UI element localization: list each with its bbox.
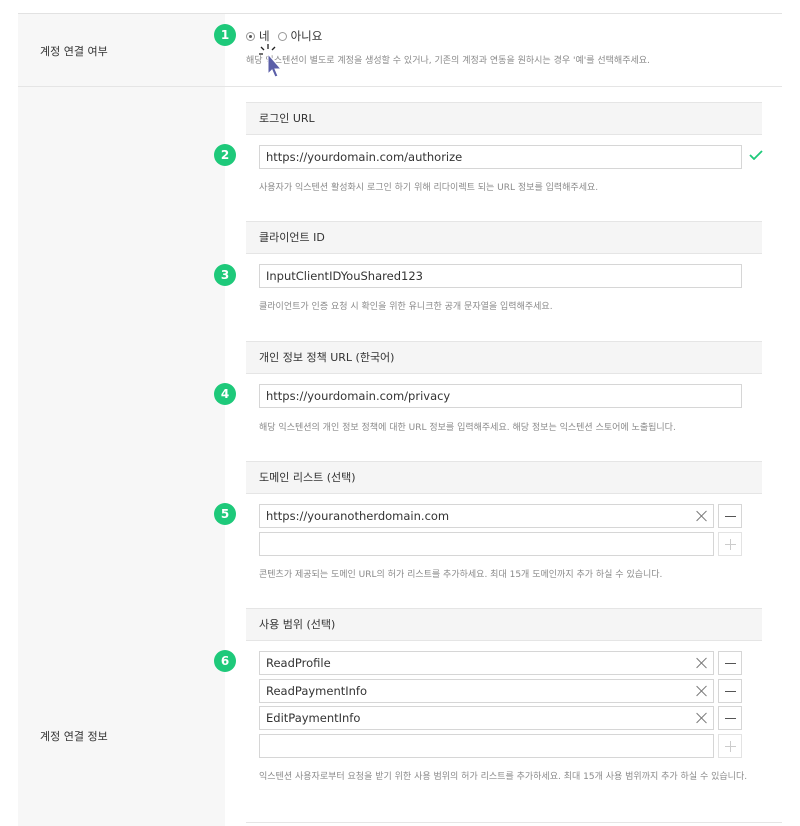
bottom-divider [246,822,782,823]
remove-scope-2-button[interactable] [718,679,742,703]
scope-input-2[interactable]: ReadPaymentInfo [259,679,714,703]
radio-no-label: 아니요 [290,29,323,43]
remove-scope-3-button[interactable] [718,706,742,730]
mouse-pointer-icon [259,44,283,78]
scope-header: 사용 범위 (선택) [246,608,762,641]
client-id-input[interactable]: InputClientIDYouShared123 [259,264,742,288]
account-info-label: 계정 연결 정보 [40,730,108,743]
login-url-help: 사용자가 익스텐션 활성화시 로그인 하기 위해 리다이렉트 되는 URL 정보… [259,183,599,193]
domain-list-help: 콘텐츠가 제공되는 도메인 URL의 허가 리스트를 추가하세요. 최대 15개… [259,570,663,580]
checkmark-icon [749,150,763,160]
scope-input-new[interactable] [259,734,714,758]
row-label-cell-info: 계정 연결 정보 [18,87,225,826]
radio-yes-indicator[interactable] [246,31,255,41]
privacy-url-input[interactable]: https://yourdomain.com/privacy [259,384,742,408]
domain-list-header: 도메인 리스트 (선택) [246,461,762,494]
scope-input-3[interactable]: EditPaymentInfo [259,706,714,730]
step-badge-2: 2 [214,144,236,166]
scope-help: 익스텐션 사용자로부터 요청을 받기 위한 사용 범위의 허가 리스트를 추가하… [259,772,748,782]
radio-yes[interactable]: 네 [246,28,270,44]
step-badge-1: 1 [214,24,236,46]
account-link-radio-group: 네 아니요 [246,28,330,44]
step-badge-4: 4 [214,383,236,405]
step-badge-6: 6 [214,650,236,672]
clear-scope-3-icon[interactable] [696,712,708,724]
privacy-url-help: 해당 익스텐션의 개인 정보 정책에 대한 URL 정보를 입력해주세요. 해당… [259,423,676,433]
client-id-help: 클라이언트가 인증 요청 시 확인을 위한 유니크한 공개 문자열을 입력해주세… [259,302,553,312]
row-label-cell-link: 계정 연결 여부 [18,14,225,86]
step-badge-3: 3 [214,264,236,286]
radio-yes-label: 네 [259,29,270,43]
account-link-label: 계정 연결 여부 [40,45,108,58]
step-badge-5: 5 [214,503,236,525]
radio-no-indicator[interactable] [277,31,287,41]
clear-domain-1-icon[interactable] [696,510,708,522]
clear-scope-2-icon[interactable] [696,685,708,697]
account-link-help: 해당 익스텐션이 별도로 계정을 생성할 수 있거나, 기존의 계정과 연동을 … [246,56,650,66]
remove-scope-1-button[interactable] [718,651,742,675]
client-id-header: 클라이언트 ID [246,221,762,254]
scope-input-1[interactable]: ReadProfile [259,651,714,675]
radio-no[interactable]: 아니요 [277,28,323,44]
login-url-input[interactable]: https://yourdomain.com/authorize [259,145,742,169]
privacy-url-header: 개인 정보 정책 URL (한국어) [246,341,762,374]
domain-input-1[interactable]: https://youranotherdomain.com [259,504,714,528]
add-domain-button[interactable] [718,532,742,556]
add-scope-button[interactable] [718,734,742,758]
remove-domain-1-button[interactable] [718,504,742,528]
clear-scope-1-icon[interactable] [696,657,708,669]
domain-input-new[interactable] [259,532,714,556]
login-url-header: 로그인 URL [246,102,762,135]
